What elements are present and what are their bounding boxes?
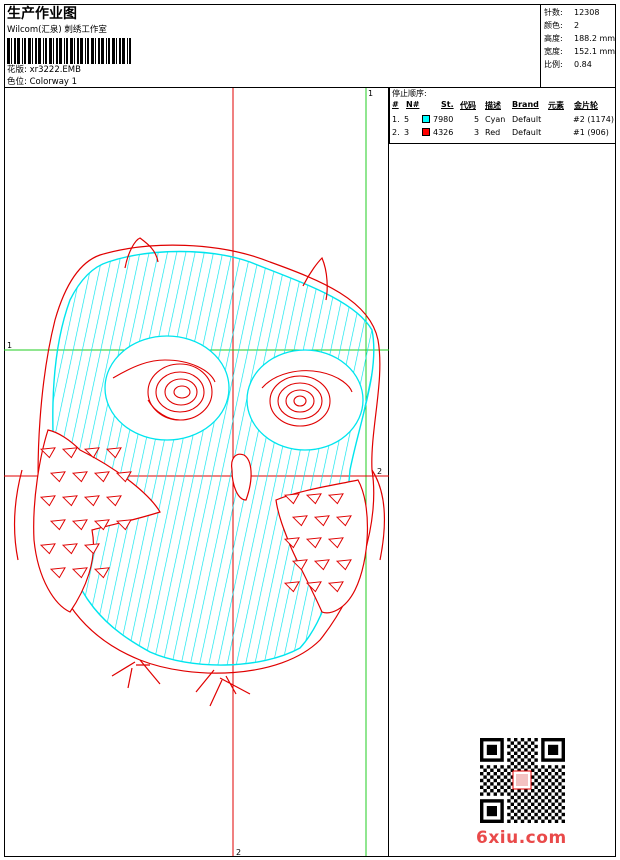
guide-label-green-left: 1: [7, 341, 12, 350]
guide-label-red-bottom: 2: [236, 848, 241, 857]
qr-logo-fill: [516, 774, 528, 786]
guide-label-green-top: 1: [368, 89, 373, 98]
embroidery-design: 1 1 2 2: [4, 88, 565, 857]
owl-feet: [111, 659, 251, 707]
watermark-logo: 6xiu.com: [476, 828, 567, 848]
guide-label-red-right: 2: [377, 467, 382, 476]
owl-left-wing-trim: [13, 469, 23, 561]
